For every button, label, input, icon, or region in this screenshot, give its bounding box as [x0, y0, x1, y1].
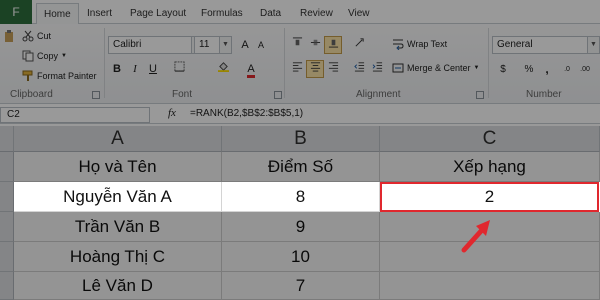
worksheet-grid[interactable]: A B C Họ và Tên Điểm Số Xếp hạng Nguyễn … — [0, 126, 600, 300]
wrap-text-label: Wrap Text — [407, 39, 448, 49]
number-format-dropdown[interactable]: ▼ — [588, 36, 600, 54]
tab-data[interactable]: Data — [260, 0, 281, 24]
dim-overlay-rowhdr — [0, 182, 14, 212]
tab-insert[interactable]: Insert — [87, 0, 112, 24]
comma-style-button[interactable]: , — [538, 60, 556, 78]
align-right-icon — [328, 62, 338, 72]
shrink-font-button[interactable]: A — [252, 36, 270, 54]
font-size-dropdown[interactable]: ▼ — [220, 36, 232, 54]
borders-icon — [173, 61, 185, 72]
cut-button[interactable]: Cut — [22, 30, 51, 42]
decrease-indent-button[interactable] — [350, 60, 368, 78]
fill-color-button[interactable] — [214, 60, 232, 78]
align-center-icon — [310, 62, 320, 72]
borders-button[interactable] — [170, 60, 188, 78]
align-center-button[interactable] — [306, 60, 324, 78]
cell-c2-selected[interactable]: 2 — [380, 182, 599, 212]
format-painter-label: Format Painter — [37, 71, 97, 81]
formula-bar: C2 fx =RANK(B2,$B$2:$B$5,1) — [0, 106, 600, 124]
formula-input[interactable]: =RANK(B2,$B$2:$B$5,1) — [190, 108, 303, 119]
paste-icon — [5, 30, 13, 42]
align-middle-icon — [310, 39, 320, 46]
tab-page-layout[interactable]: Page Layout — [130, 0, 186, 24]
decrease-decimal-button[interactable]: .00 — [576, 60, 594, 78]
increase-decimal-button[interactable]: .0 — [558, 60, 576, 78]
align-middle-button[interactable] — [306, 36, 324, 54]
increase-indent-icon — [372, 62, 382, 72]
italic-button[interactable]: I — [126, 60, 144, 78]
copy-label: Copy — [37, 51, 59, 61]
insert-function-button[interactable]: fx — [168, 107, 176, 119]
bold-button[interactable]: B — [108, 60, 126, 78]
copy-icon — [22, 50, 34, 62]
paste-icon-partial[interactable] — [4, 30, 19, 42]
increase-indent-button[interactable] — [368, 60, 386, 78]
tab-review[interactable]: Review — [300, 0, 333, 24]
group-divider — [104, 28, 105, 98]
number-group-label: Number — [526, 89, 562, 100]
align-left-button[interactable] — [288, 60, 306, 78]
orientation-icon — [355, 38, 364, 47]
align-right-button[interactable] — [324, 60, 342, 78]
align-bottom-icon — [328, 39, 338, 48]
tab-file[interactable]: F — [0, 0, 32, 24]
orientation-button[interactable] — [350, 36, 368, 54]
wrap-text-button[interactable]: Wrap Text — [392, 38, 447, 50]
format-painter-icon — [22, 70, 33, 81]
tab-view[interactable]: View — [348, 0, 370, 24]
merge-center-button[interactable]: Merge & Center ▼ — [392, 62, 479, 74]
font-name-input[interactable]: Calibri — [108, 36, 192, 54]
format-painter-button[interactable]: Format Painter — [22, 70, 97, 82]
dim-overlay-header — [0, 126, 600, 182]
font-color-button[interactable]: A — [242, 60, 260, 78]
merge-center-icon — [392, 63, 404, 73]
currency-button[interactable]: $ — [494, 60, 512, 78]
align-left-icon — [292, 62, 302, 72]
merge-center-label: Merge & Center — [407, 63, 471, 73]
number-format-select[interactable]: General — [492, 36, 588, 54]
percent-button[interactable]: % — [520, 60, 538, 78]
ribbon-tab-bar: F Home Insert Page Layout Formulas Data … — [0, 0, 600, 25]
font-group-label: Font — [172, 89, 193, 100]
font-launcher-icon[interactable] — [274, 91, 282, 99]
cell-b2[interactable]: 8 — [222, 182, 380, 212]
underline-button[interactable]: U — [144, 60, 162, 78]
cell-a2[interactable]: Nguyễn Văn A — [14, 182, 222, 212]
dim-overlay-rows — [0, 212, 600, 300]
alignment-launcher-icon[interactable] — [476, 91, 484, 99]
group-divider — [488, 28, 489, 98]
wrap-text-icon — [393, 39, 404, 50]
clipboard-group-label: Clipboard — [10, 89, 53, 100]
font-size-input[interactable]: 11 — [194, 36, 220, 54]
paint-bucket-icon — [217, 62, 229, 72]
name-box[interactable]: C2 — [0, 107, 150, 123]
align-top-button[interactable] — [288, 36, 306, 54]
decrease-indent-icon — [353, 62, 364, 72]
ribbon: Cut Copy ▼ Format Painter Clipboard Cali… — [0, 24, 600, 104]
scissors-icon — [22, 30, 34, 42]
tab-home[interactable]: Home — [36, 3, 79, 25]
font-color-glyph: A — [247, 63, 255, 78]
chevron-down-icon: ▼ — [473, 65, 480, 71]
clipboard-launcher-icon[interactable] — [92, 91, 100, 99]
tab-formulas[interactable]: Formulas — [201, 0, 243, 24]
pointer-arrow-icon — [461, 220, 490, 253]
chevron-down-icon: ▼ — [61, 53, 67, 59]
cut-label: Cut — [37, 31, 52, 41]
group-divider — [284, 28, 285, 98]
align-top-icon — [292, 37, 302, 46]
copy-button[interactable]: Copy ▼ — [22, 50, 67, 62]
alignment-group-label: Alignment — [356, 89, 401, 100]
align-bottom-button[interactable] — [324, 36, 342, 54]
